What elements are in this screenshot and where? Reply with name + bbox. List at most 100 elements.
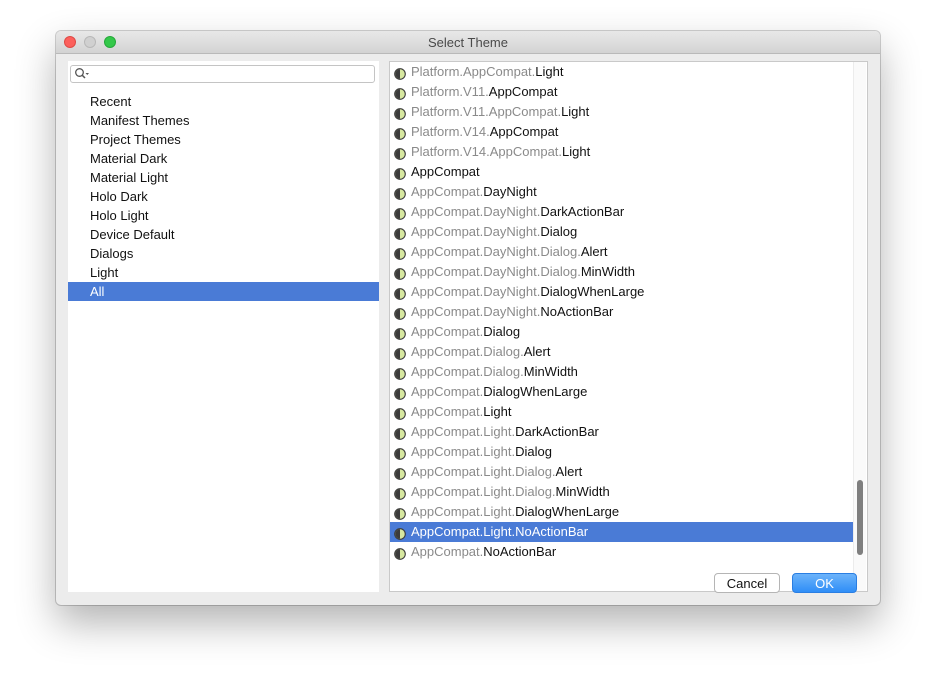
category-item[interactable]: Dialogs bbox=[68, 244, 379, 263]
theme-name: MinWidth bbox=[523, 364, 578, 379]
theme-item[interactable]: AppCompat.Light.Dialog.MinWidth bbox=[390, 482, 855, 502]
category-panel: Recent Manifest Themes Project Themes Mater… bbox=[68, 61, 379, 592]
theme-item[interactable]: AppCompat.DayNight.Dialog bbox=[390, 222, 855, 242]
category-item[interactable]: Holo Dark bbox=[68, 187, 379, 206]
ok-button[interactable]: OK bbox=[792, 573, 857, 593]
theme-prefix: AppCompat.Light. bbox=[411, 504, 516, 519]
theme-name: NoActionBar bbox=[515, 524, 589, 539]
cancel-button[interactable]: Cancel bbox=[714, 573, 780, 593]
theme-icon bbox=[394, 546, 406, 560]
theme-prefix: AppCompat.Light. bbox=[411, 424, 516, 439]
theme-icon bbox=[394, 526, 406, 540]
theme-icon bbox=[394, 146, 406, 160]
theme-name: Alert bbox=[523, 344, 551, 359]
theme-prefix: AppCompat.Light.Dialog. bbox=[411, 484, 556, 499]
theme-name: Light bbox=[562, 144, 591, 159]
theme-name: NoActionBar bbox=[540, 304, 614, 319]
theme-prefix: Platform.V11.AppCompat. bbox=[411, 104, 562, 119]
theme-item[interactable]: AppCompat.Light.Dialog bbox=[390, 442, 855, 462]
theme-item[interactable]: Platform.AppCompat.Light bbox=[390, 62, 855, 82]
theme-icon bbox=[394, 426, 406, 440]
search-field[interactable] bbox=[70, 65, 375, 83]
category-item[interactable]: Material Dark bbox=[68, 149, 379, 168]
theme-prefix: AppCompat.DayNight. bbox=[411, 304, 541, 319]
theme-icon bbox=[394, 126, 406, 140]
scrollbar-thumb[interactable] bbox=[857, 480, 863, 555]
theme-list-scrollbar[interactable] bbox=[853, 62, 866, 591]
theme-name: DarkActionBar bbox=[515, 424, 599, 439]
theme-prefix: AppCompat.DayNight. bbox=[411, 204, 541, 219]
theme-item[interactable]: AppCompat.Light bbox=[390, 402, 855, 422]
theme-prefix: AppCompat. bbox=[411, 324, 484, 339]
theme-icon bbox=[394, 226, 406, 240]
theme-prefix: AppCompat. bbox=[411, 384, 484, 399]
theme-item[interactable]: AppCompat.DayNight.DialogWhenLarge bbox=[390, 282, 855, 302]
theme-item[interactable]: AppCompat.DayNight.Dialog.Alert bbox=[390, 242, 855, 262]
theme-name: Alert bbox=[580, 244, 608, 259]
theme-prefix: AppCompat.Light. bbox=[411, 444, 516, 459]
theme-icon bbox=[394, 166, 406, 180]
theme-icon bbox=[394, 286, 406, 300]
category-item[interactable]: Holo Light bbox=[68, 206, 379, 225]
theme-item[interactable]: Platform.V14.AppCompat bbox=[390, 122, 855, 142]
theme-name: AppCompat bbox=[411, 164, 480, 179]
select-theme-dialog: Select Theme Recent Manifest Themes Projec… bbox=[56, 31, 880, 605]
theme-name: Dialog bbox=[483, 324, 521, 339]
theme-name: AppCompat bbox=[489, 124, 559, 139]
category-item[interactable]: Manifest Themes bbox=[68, 111, 379, 130]
theme-prefix: Platform.V14. bbox=[411, 124, 490, 139]
theme-item[interactable]: AppCompat.Light.NoActionBar bbox=[390, 522, 855, 542]
theme-icon bbox=[394, 366, 406, 380]
search-input[interactable] bbox=[93, 67, 371, 81]
theme-prefix: AppCompat.DayNight.Dialog. bbox=[411, 244, 581, 259]
theme-name: DayNight bbox=[483, 184, 537, 199]
theme-item[interactable]: AppCompat.NoActionBar bbox=[390, 542, 855, 562]
theme-name: DarkActionBar bbox=[540, 204, 625, 219]
theme-item[interactable]: AppCompat.Light.Dialog.Alert bbox=[390, 462, 855, 482]
theme-icon bbox=[394, 266, 406, 280]
theme-name: DialogWhenLarge bbox=[483, 384, 588, 399]
theme-name: Alert bbox=[555, 464, 583, 479]
theme-item[interactable]: Platform.V14.AppCompat.Light bbox=[390, 142, 855, 162]
theme-item[interactable]: AppCompat.DayNight.NoActionBar bbox=[390, 302, 855, 322]
theme-panel: Platform.AppCompat.Light Platform.V11.App… bbox=[389, 61, 868, 592]
theme-prefix: AppCompat. bbox=[411, 184, 484, 199]
theme-name: MinWidth bbox=[555, 484, 610, 499]
category-item[interactable]: Project Themes bbox=[68, 130, 379, 149]
theme-name: Dialog bbox=[540, 224, 578, 239]
theme-item[interactable]: AppCompat.Light.DialogWhenLarge bbox=[390, 502, 855, 522]
category-item[interactable]: Recent bbox=[68, 92, 379, 111]
theme-prefix: Platform.V11. bbox=[411, 84, 489, 99]
category-item[interactable]: Device Default bbox=[68, 225, 379, 244]
theme-item[interactable]: AppCompat.Light.DarkActionBar bbox=[390, 422, 855, 442]
theme-prefix: AppCompat.Light. bbox=[411, 524, 516, 539]
theme-item[interactable]: AppCompat.DayNight bbox=[390, 182, 855, 202]
theme-icon bbox=[394, 86, 406, 100]
theme-item[interactable]: Platform.V11.AppCompat bbox=[390, 82, 855, 102]
theme-item[interactable]: AppCompat.DayNight.DarkActionBar bbox=[390, 202, 855, 222]
theme-icon bbox=[394, 66, 406, 80]
search-icon[interactable] bbox=[74, 67, 90, 81]
theme-prefix: AppCompat.Light.Dialog. bbox=[411, 464, 556, 479]
theme-icon bbox=[394, 446, 406, 460]
theme-item[interactable]: AppCompat.Dialog.MinWidth bbox=[390, 362, 855, 382]
category-item[interactable]: All bbox=[68, 282, 379, 301]
category-item[interactable]: Material Light bbox=[68, 168, 379, 187]
category-item[interactable]: Light bbox=[68, 263, 379, 282]
theme-item[interactable]: AppCompat.DialogWhenLarge bbox=[390, 382, 855, 402]
theme-prefix: Platform.AppCompat. bbox=[411, 64, 536, 79]
theme-item[interactable]: AppCompat.Dialog.Alert bbox=[390, 342, 855, 362]
theme-icon bbox=[394, 346, 406, 360]
theme-prefix: AppCompat.Dialog. bbox=[411, 344, 524, 359]
theme-icon bbox=[394, 206, 406, 220]
theme-name: Light bbox=[561, 104, 590, 119]
theme-icon bbox=[394, 186, 406, 200]
theme-item[interactable]: AppCompat bbox=[390, 162, 855, 182]
theme-prefix: AppCompat.DayNight. bbox=[411, 284, 541, 299]
theme-item[interactable]: AppCompat.DayNight.Dialog.MinWidth bbox=[390, 262, 855, 282]
theme-name: AppCompat bbox=[488, 84, 558, 99]
window-title: Select Theme bbox=[428, 35, 508, 50]
theme-item[interactable]: AppCompat.Dialog bbox=[390, 322, 855, 342]
theme-icon bbox=[394, 406, 406, 420]
theme-item[interactable]: Platform.V11.AppCompat.Light bbox=[390, 102, 855, 122]
